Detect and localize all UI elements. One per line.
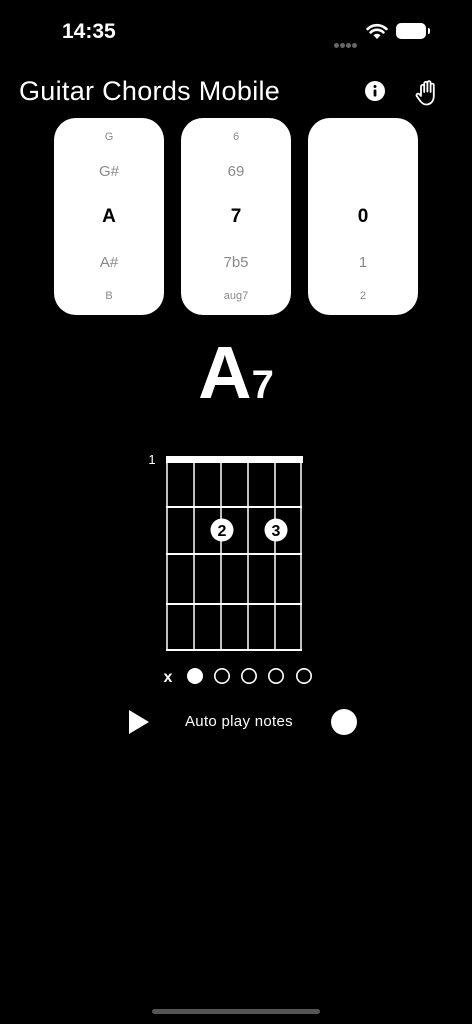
picker-option[interactable]: 7b5 bbox=[181, 254, 291, 271]
chord-quality-picker[interactable]: 6 69 7 7b5 aug7 bbox=[181, 118, 291, 315]
info-icon[interactable] bbox=[364, 80, 386, 102]
start-fret-label: 1 bbox=[148, 452, 155, 467]
picker-option[interactable]: A# bbox=[54, 254, 164, 271]
play-icon[interactable] bbox=[127, 709, 151, 735]
picker-option[interactable]: aug7 bbox=[181, 290, 291, 302]
variation-picker[interactable]: 0 1 2 bbox=[308, 118, 418, 315]
nut bbox=[166, 456, 303, 463]
wifi-icon bbox=[366, 24, 388, 39]
root-note-picker[interactable]: G G# A A# B bbox=[54, 118, 164, 315]
picker-option[interactable]: 6 bbox=[181, 131, 291, 143]
open-string-marker bbox=[214, 668, 231, 685]
status-time: 14:35 bbox=[62, 20, 116, 43]
auto-play-label: Auto play notes bbox=[185, 713, 293, 730]
auto-play-toggle[interactable] bbox=[331, 709, 357, 735]
picker-selected-option[interactable]: 0 bbox=[308, 206, 418, 228]
cellular-signal-icon bbox=[334, 35, 358, 53]
open-string-marker bbox=[296, 668, 313, 685]
battery-icon bbox=[396, 23, 430, 39]
finger-dot: 3 bbox=[264, 518, 288, 542]
picker-selected-option[interactable]: A bbox=[54, 206, 164, 228]
finger-number: 2 bbox=[218, 523, 227, 540]
picker-option[interactable]: G bbox=[54, 131, 164, 143]
root-string-marker bbox=[187, 668, 203, 684]
picker-option[interactable]: 2 bbox=[308, 290, 418, 302]
home-indicator[interactable] bbox=[152, 1009, 320, 1014]
picker-selected-option[interactable]: 7 bbox=[181, 206, 291, 228]
picker-option[interactable]: B bbox=[54, 290, 164, 302]
picker-option[interactable]: 1 bbox=[308, 254, 418, 271]
picker-option[interactable]: G# bbox=[54, 163, 164, 180]
finger-dot: 2 bbox=[210, 518, 234, 542]
chord-quality: 7 bbox=[251, 363, 274, 407]
playback-controls: Auto play notes bbox=[0, 700, 472, 745]
muted-string-marker: x bbox=[164, 669, 173, 686]
hand-icon[interactable] bbox=[414, 78, 442, 106]
app-title: Guitar Chords Mobile bbox=[19, 76, 281, 106]
open-string-marker bbox=[241, 668, 258, 685]
picker-option[interactable]: 69 bbox=[181, 163, 291, 180]
finger-number: 3 bbox=[272, 523, 281, 540]
open-string-marker bbox=[268, 668, 285, 685]
chord-diagram: 1 2 3 x bbox=[148, 452, 313, 686]
chord-root: A bbox=[198, 331, 252, 414]
status-bar: 14:35 bbox=[0, 0, 472, 60]
chord-name: A7 bbox=[0, 330, 472, 415]
